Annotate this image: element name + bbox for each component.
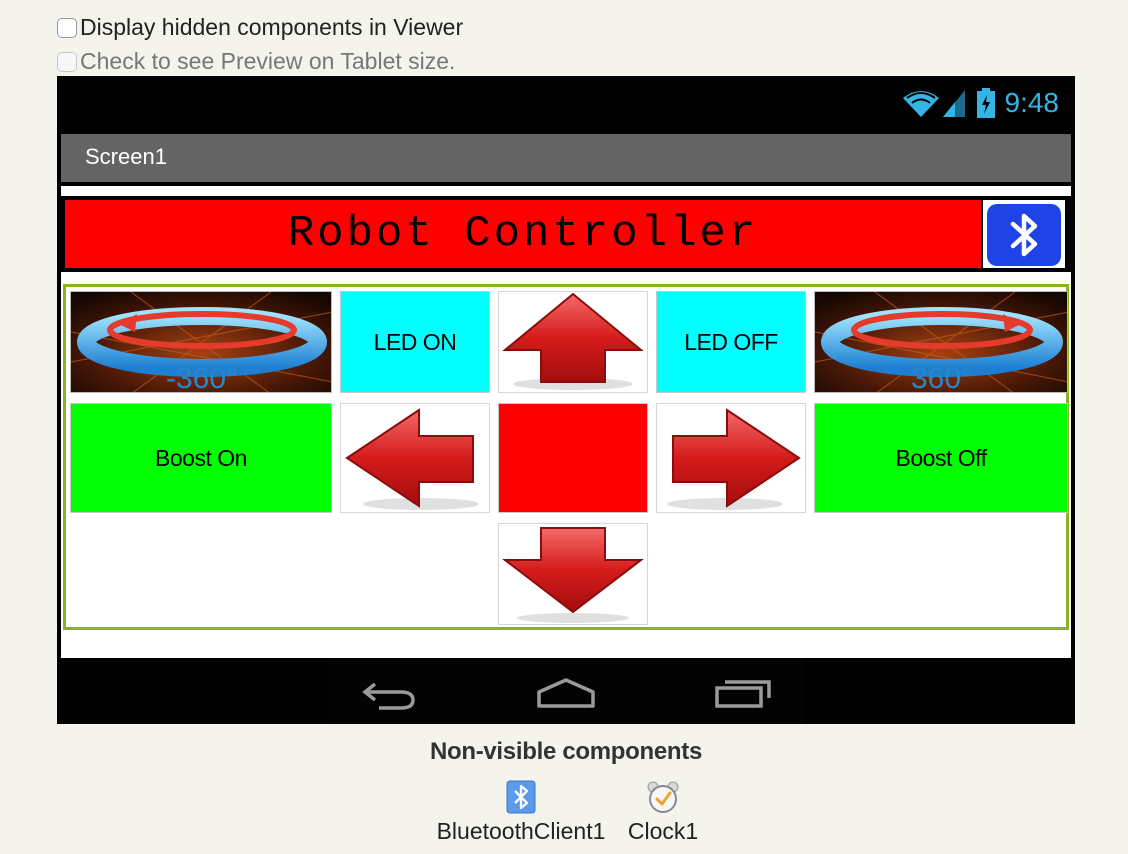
- bluetooth-client-component[interactable]: BluetoothClient1: [432, 780, 610, 845]
- rotate-left-button[interactable]: -360°: [70, 291, 332, 393]
- header-arrangement: Robot Controller: [61, 196, 1071, 272]
- stop-button[interactable]: [498, 403, 648, 513]
- screen-title: Screen1: [85, 144, 167, 169]
- led-off-label: LED OFF: [684, 328, 778, 355]
- left-button[interactable]: [340, 403, 490, 513]
- phone-preview: 9:48 Screen1 Robot Controller -360° LED …: [57, 76, 1075, 724]
- clock-component[interactable]: Clock1: [624, 780, 702, 845]
- tablet-preview-option: Check to see Preview on Tablet size.: [57, 48, 455, 75]
- arrow-left-icon: [345, 408, 479, 510]
- arrow-up-icon: [502, 292, 644, 390]
- boost-off-label: Boost Off: [895, 444, 987, 471]
- bluetooth-icon: [1010, 213, 1038, 257]
- arrow-right-icon: [667, 408, 801, 510]
- non-visible-components-title: Non-visible components: [429, 738, 703, 765]
- rotate-right-button[interactable]: 360°: [814, 291, 1068, 393]
- screen-title-bar: Screen1: [61, 134, 1071, 182]
- rotate-right-label: 360°: [911, 362, 973, 393]
- led-on-label: LED ON: [373, 328, 457, 355]
- forward-button[interactable]: [498, 291, 648, 393]
- status-bar: 9:48: [57, 76, 1075, 132]
- arrow-down-icon: [502, 527, 644, 623]
- led-off-button[interactable]: LED OFF: [656, 291, 806, 393]
- boost-off-button[interactable]: Boost Off: [814, 403, 1068, 513]
- backward-button[interactable]: [498, 523, 648, 625]
- wifi-icon: [902, 91, 939, 117]
- screen-canvas: Robot Controller -360° LED ON LED OFF 36…: [61, 186, 1071, 658]
- hidden-components-checkbox[interactable]: [57, 17, 77, 38]
- battery-icon: [976, 88, 995, 118]
- home-icon[interactable]: [535, 676, 597, 710]
- rotate-360-icon: 360°: [815, 292, 1067, 393]
- hidden-components-label: Display hidden components in Viewer: [80, 14, 464, 40]
- signal-icon: [942, 90, 965, 117]
- bluetooth-connect-button[interactable]: [983, 200, 1065, 268]
- rotate-left-label: -360°: [166, 362, 238, 393]
- led-on-button[interactable]: LED ON: [340, 291, 490, 393]
- boost-on-button[interactable]: Boost On: [70, 403, 332, 513]
- status-time: 9:48: [1004, 87, 1060, 118]
- hidden-components-option[interactable]: Display hidden components in Viewer: [57, 14, 463, 41]
- recent-apps-icon[interactable]: [713, 678, 775, 710]
- rotate-360-icon: -360°: [71, 292, 331, 393]
- bluetooth-icon: [506, 780, 536, 814]
- bluetooth-client-label: BluetoothClient1: [436, 818, 606, 844]
- app-title-label: Robot Controller: [65, 200, 981, 268]
- clock-label: Clock1: [627, 818, 699, 844]
- tablet-preview-label: Check to see Preview on Tablet size.: [80, 48, 456, 74]
- back-icon[interactable]: [361, 678, 417, 710]
- clock-icon: [647, 781, 679, 813]
- tablet-preview-checkbox: [57, 51, 77, 72]
- controls-table: -360° LED ON LED OFF 360° Boost On Boost…: [63, 284, 1069, 630]
- right-button[interactable]: [656, 403, 806, 513]
- navigation-bar: [327, 660, 805, 724]
- boost-on-label: Boost On: [155, 444, 247, 471]
